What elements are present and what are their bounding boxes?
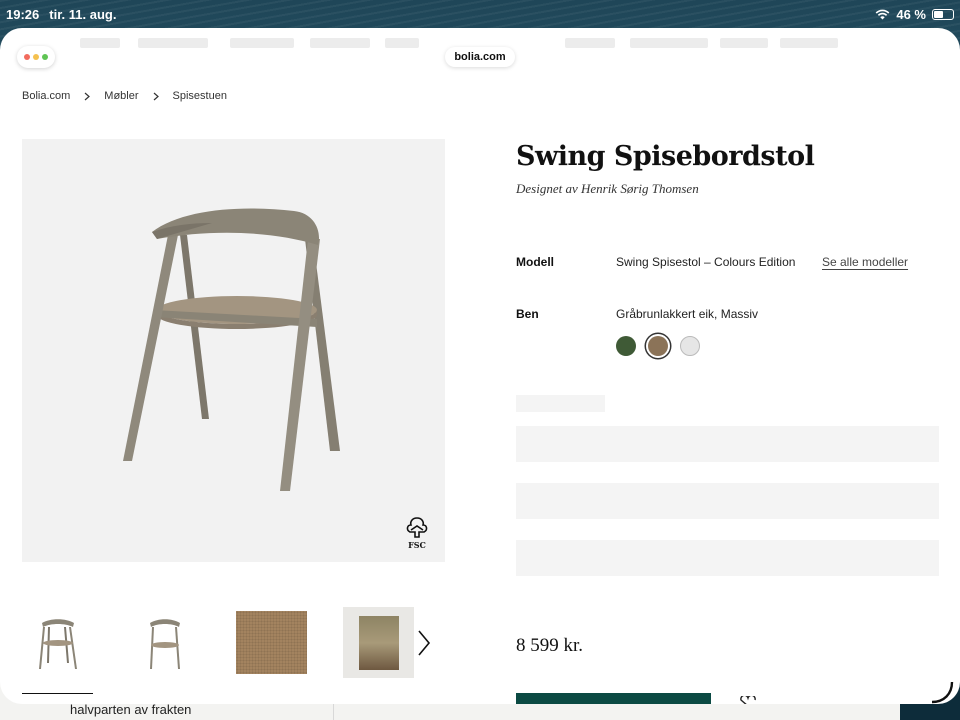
nav-placeholder	[138, 38, 208, 48]
nav-placeholder	[80, 38, 120, 48]
battery-percent: 46 %	[896, 6, 926, 22]
thumbnail-carousel	[22, 607, 434, 694]
thumbnail-room-scene[interactable]	[343, 607, 414, 678]
legs-value: Gråbrunlakkert eik, Massiv	[616, 307, 759, 321]
resize-handle-icon[interactable]	[930, 680, 954, 704]
see-all-models-link[interactable]: Se alle modeller	[822, 255, 908, 269]
chair-image	[123, 208, 340, 491]
loading-placeholder	[516, 426, 939, 462]
loading-placeholder	[516, 483, 939, 519]
breadcrumb-dining[interactable]: Spisestuen	[173, 90, 227, 102]
thumbnail-chair-front[interactable]	[22, 607, 93, 694]
status-date: tir. 11. aug.	[49, 6, 117, 22]
thumbnail-chair-side[interactable]	[129, 607, 200, 678]
minimize-dot[interactable]	[33, 54, 39, 60]
swatch-dark-green[interactable]	[616, 336, 636, 356]
fsc-text: FSC	[408, 540, 426, 550]
room-scene-image	[358, 615, 399, 670]
loading-placeholder	[516, 540, 939, 576]
add-to-cart-button[interactable]	[516, 693, 711, 704]
chair-thumbnail	[38, 618, 77, 669]
fsc-logo: FSC	[403, 516, 431, 550]
breadcrumb-home[interactable]: Bolia.com	[22, 90, 70, 102]
nav-placeholder	[630, 38, 708, 48]
model-label: Modell	[516, 255, 554, 269]
nav-placeholder	[385, 38, 419, 48]
model-value: Swing Spisestol – Colours Edition	[616, 255, 796, 269]
promo-text: halvparten av frakten	[70, 702, 192, 717]
color-swatches	[616, 336, 700, 356]
product-designer: Designet av Henrik Sørig Thomsen	[516, 181, 699, 196]
fabric-swatch-image	[236, 611, 307, 674]
swatch-light-grey[interactable]	[680, 336, 700, 356]
swatch-grey-brown[interactable]	[648, 336, 668, 356]
url-pill[interactable]: bolia.com	[445, 47, 515, 67]
heart-icon[interactable]	[738, 696, 758, 704]
nav-placeholder	[780, 38, 838, 48]
product-main-image[interactable]: FSC	[22, 139, 445, 562]
wifi-icon	[875, 9, 890, 19]
tree-icon	[406, 517, 428, 538]
chair-thumbnail	[149, 618, 180, 669]
breadcrumb: Bolia.com Møbler Spisestuen	[22, 90, 227, 102]
battery-icon	[932, 8, 954, 20]
chevron-right-icon	[84, 92, 91, 101]
status-bar: 19:26 tir. 11. aug. 46 %	[0, 0, 960, 28]
window-controls[interactable]	[17, 46, 55, 68]
loading-placeholder	[516, 395, 605, 412]
nav-placeholder	[720, 38, 768, 48]
thumbnail-fabric[interactable]	[236, 607, 307, 678]
legs-label: Ben	[516, 307, 539, 321]
status-time: 19:26	[6, 6, 40, 22]
nav-placeholder	[310, 38, 370, 48]
browser-window: bolia.com Bolia.com Møbler Spisestuen FS…	[0, 28, 960, 704]
breadcrumb-furniture[interactable]: Møbler	[104, 90, 138, 102]
chevron-right-icon	[418, 629, 431, 656]
zoom-dot[interactable]	[42, 54, 48, 60]
nav-placeholder	[230, 38, 294, 48]
product-title: Swing Spisebordstol	[516, 141, 815, 172]
carousel-next-button[interactable]	[414, 607, 434, 678]
nav-placeholder	[565, 38, 615, 48]
product-price: 8 599 kr.	[516, 635, 584, 656]
chevron-right-icon	[153, 92, 159, 101]
close-dot[interactable]	[24, 54, 30, 60]
